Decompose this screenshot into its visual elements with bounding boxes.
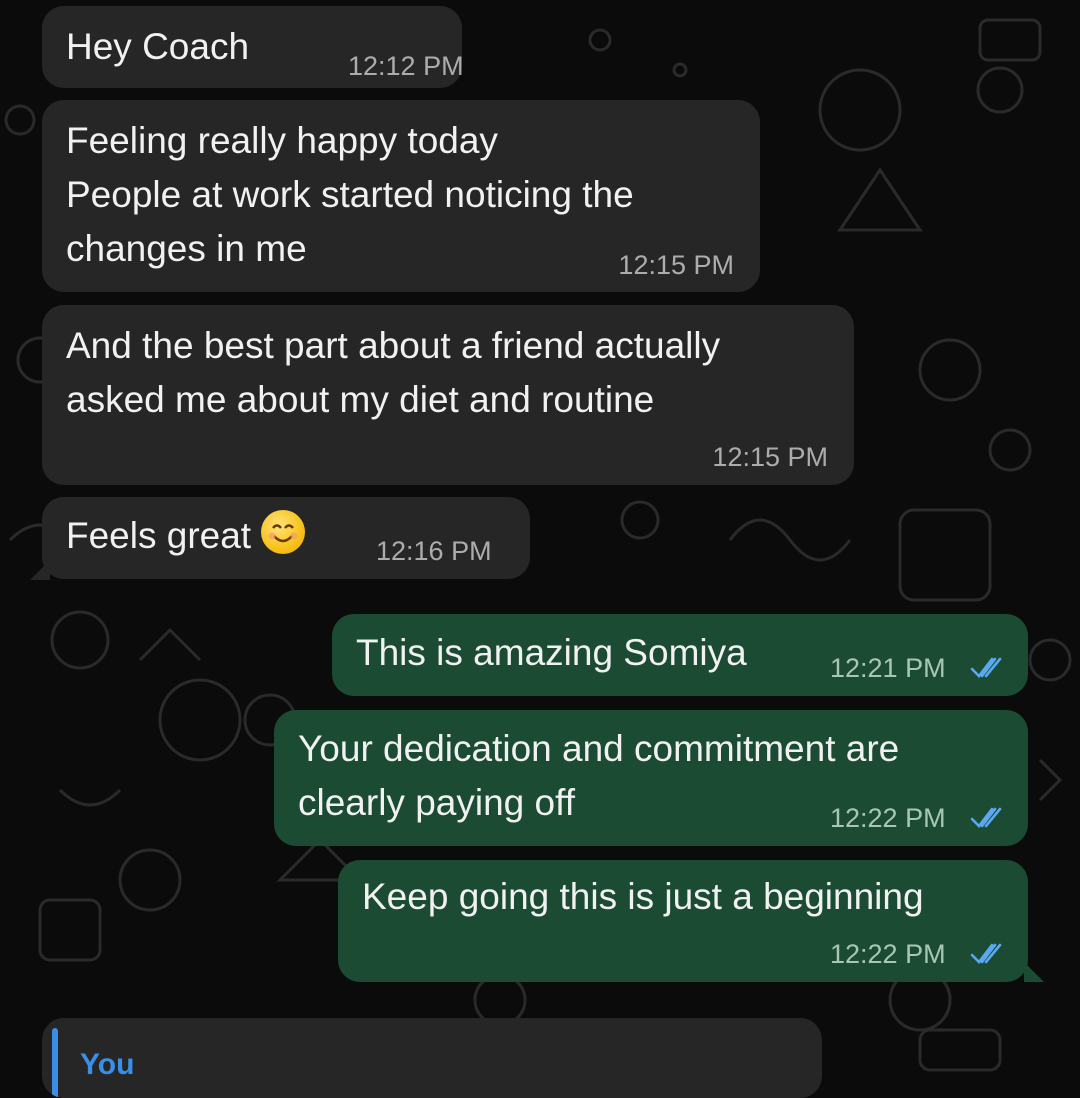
message-text: Keep going this is just a beginning <box>362 876 924 917</box>
message-bubble-incoming[interactable]: Feeling really happy today People at wor… <box>42 100 760 292</box>
message-timestamp: 12:15 PM <box>618 250 734 280</box>
message-timestamp: 12:16 PM <box>376 536 492 566</box>
message-text: Feeling really happy today <box>66 120 498 161</box>
message-text: Hey Coach <box>66 26 250 67</box>
message-text: changes in me <box>66 228 307 269</box>
reply-accent-bar <box>52 1028 58 1098</box>
message-bubble-incoming[interactable]: Feels great 12:16 PM <box>42 497 530 579</box>
message-timestamp: 12:21 PM <box>830 653 946 683</box>
message-text: clearly paying off <box>298 782 575 823</box>
message-text: Feels great <box>66 509 306 563</box>
bubble-tail <box>1024 962 1044 982</box>
message-timestamp: 12:22 PM <box>830 803 946 833</box>
message-text-content: Feels great <box>66 515 252 556</box>
reply-preview[interactable]: You <box>42 1018 822 1098</box>
reply-author: You <box>80 1048 135 1081</box>
message-timestamp: 12:15 PM <box>712 442 828 472</box>
message-text: And the best part about a friend actuall… <box>66 325 721 366</box>
read-receipt-icon <box>970 943 1002 964</box>
message-timestamp: 12:12 PM <box>348 51 464 81</box>
message-text: Your dedication and commitment are <box>298 728 900 769</box>
message-bubble-outgoing[interactable]: This is amazing Somiya 12:21 PM <box>332 614 1028 696</box>
read-receipt-icon <box>970 807 1002 828</box>
smiling-face-icon <box>261 510 306 554</box>
message-bubble-incoming[interactable]: Hey Coach 12:12 PM <box>42 6 464 88</box>
message-timestamp: 12:22 PM <box>830 939 946 969</box>
bubble-tail <box>30 560 50 580</box>
read-receipt-icon <box>970 657 1002 678</box>
message-text: asked me about my diet and routine <box>66 379 655 420</box>
message-text: People at work started noticing the <box>66 174 634 215</box>
message-text: This is amazing Somiya <box>356 632 747 673</box>
message-bubble-incoming[interactable]: And the best part about a friend actuall… <box>42 305 854 485</box>
message-bubble-outgoing[interactable]: Your dedication and commitment are clear… <box>274 710 1028 846</box>
message-bubble-outgoing[interactable]: Keep going this is just a beginning 12:2… <box>338 860 1028 982</box>
